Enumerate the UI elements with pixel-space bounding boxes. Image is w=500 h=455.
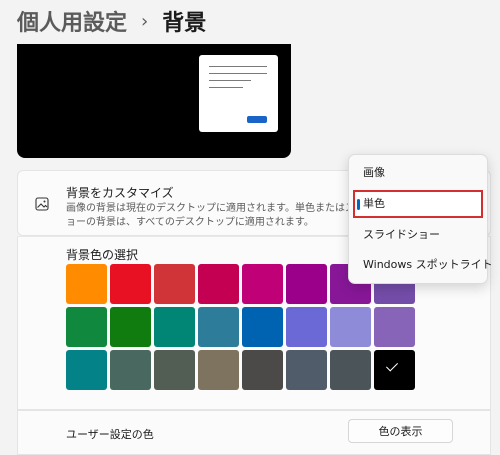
- show-colors-button[interactable]: 色の表示: [348, 419, 453, 443]
- color-swatch[interactable]: [154, 350, 195, 390]
- color-swatch[interactable]: [242, 350, 283, 390]
- desktop-preview: [17, 44, 291, 158]
- color-swatch[interactable]: [198, 264, 239, 304]
- preview-window: [199, 55, 278, 132]
- color-swatch[interactable]: [66, 350, 107, 390]
- color-swatch[interactable]: [198, 350, 239, 390]
- color-swatch[interactable]: [374, 307, 415, 347]
- color-swatch[interactable]: [242, 264, 283, 304]
- breadcrumb: 個人用設定 › 背景: [17, 3, 206, 39]
- color-swatch[interactable]: [242, 307, 283, 347]
- color-swatch[interactable]: [110, 264, 151, 304]
- color-swatch[interactable]: [374, 350, 415, 390]
- dropdown-option-windows-spotlight[interactable]: Windows スポットライト: [353, 251, 493, 279]
- breadcrumb-parent[interactable]: 個人用設定: [17, 5, 127, 37]
- color-swatch[interactable]: [66, 307, 107, 347]
- color-swatch[interactable]: [66, 264, 107, 304]
- color-swatch[interactable]: [286, 350, 327, 390]
- color-swatch[interactable]: [286, 307, 327, 347]
- preview-line: [209, 87, 243, 88]
- dropdown-option-picture[interactable]: 画像: [353, 159, 483, 187]
- setting-description: 画像の背景は現在のデスクトップに適用されます。単色またはスライドショーの背景は、…: [66, 203, 395, 228]
- dropdown-option-slideshow[interactable]: スライドショー: [353, 221, 483, 249]
- picture-icon: [35, 197, 49, 211]
- background-type-dropdown: 画像 単色 スライドショー Windows スポットライト: [348, 154, 493, 284]
- color-swatch[interactable]: [154, 264, 195, 304]
- color-swatch[interactable]: [110, 350, 151, 390]
- color-swatch[interactable]: [154, 307, 195, 347]
- preview-line: [209, 80, 251, 81]
- color-swatch[interactable]: [110, 307, 151, 347]
- colors-section-title: 背景色の選択: [66, 248, 139, 262]
- color-swatch[interactable]: [286, 264, 327, 304]
- color-swatch[interactable]: [330, 350, 371, 390]
- color-swatch[interactable]: [198, 307, 239, 347]
- dropdown-option-solid-color[interactable]: 単色: [353, 190, 483, 218]
- page-title: 背景: [162, 11, 207, 36]
- preview-line: [209, 73, 267, 74]
- chevron-right-icon: ›: [141, 10, 149, 32]
- custom-color-card: ユーザー設定の色 色の表示: [17, 410, 491, 455]
- preview-button: [247, 116, 267, 123]
- setting-title: 背景をカスタマイズ: [66, 186, 174, 200]
- preview-line: [209, 66, 267, 67]
- custom-color-label: ユーザー設定の色: [66, 428, 154, 441]
- color-swatch[interactable]: [330, 307, 371, 347]
